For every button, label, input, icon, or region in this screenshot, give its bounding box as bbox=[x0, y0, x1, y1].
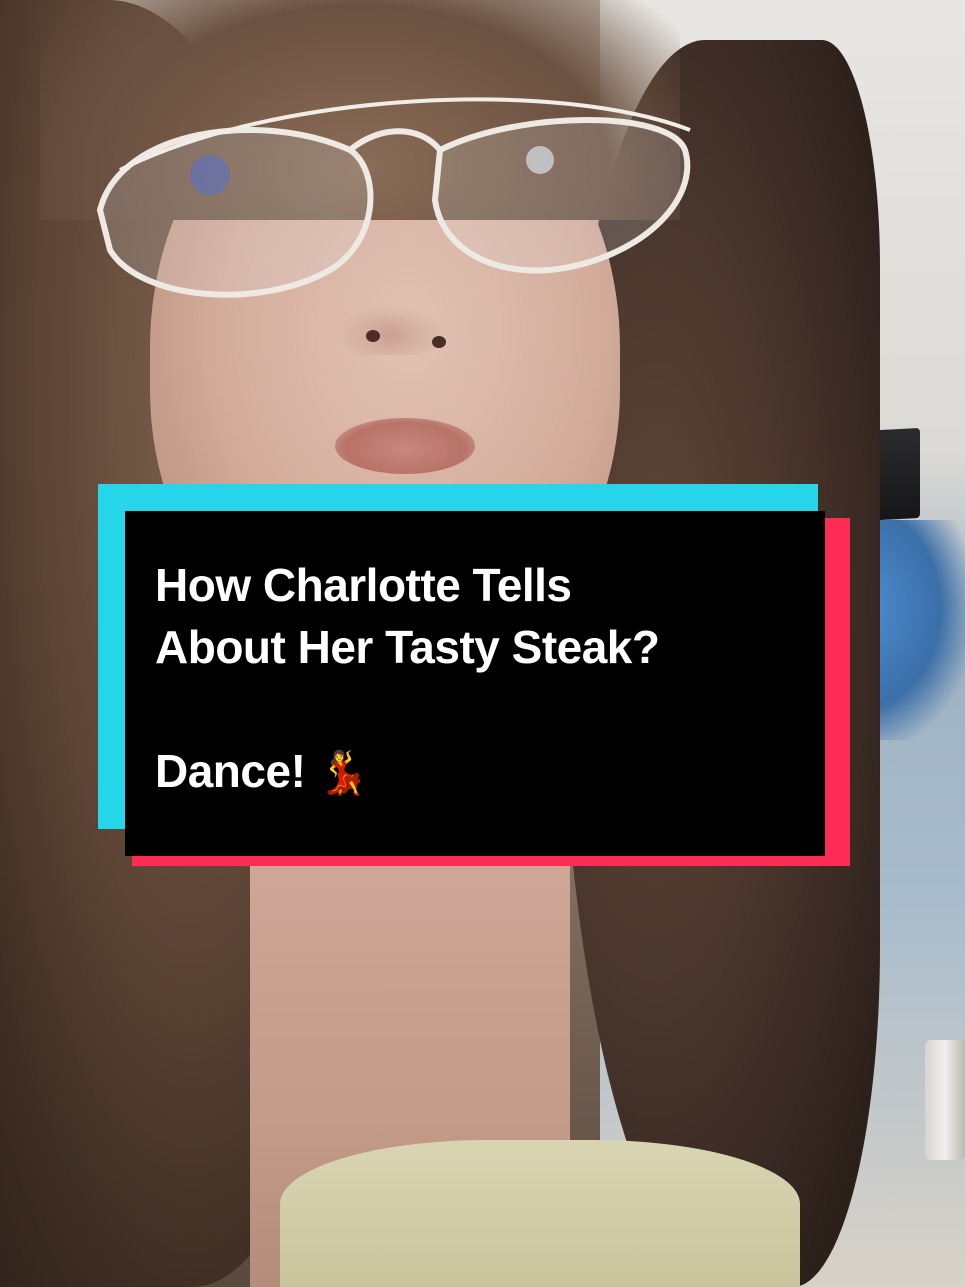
shirt bbox=[280, 1140, 800, 1287]
caption-line-2: About Her Tasty Steak? bbox=[155, 621, 660, 673]
nostril-right bbox=[432, 336, 446, 348]
caption-dance-text: Dance! bbox=[155, 745, 306, 797]
nostril-left bbox=[366, 330, 380, 342]
background-appliance bbox=[925, 1040, 965, 1160]
caption-card: How Charlotte Tells About Her Tasty Stea… bbox=[98, 484, 858, 884]
dancer-icon: 💃 bbox=[317, 748, 370, 797]
caption-line-3: Dance! 💃 bbox=[155, 740, 659, 804]
lips bbox=[335, 418, 475, 474]
nose bbox=[335, 305, 445, 355]
caption-line-1: How Charlotte Tells bbox=[155, 559, 572, 611]
caption-text: How Charlotte Tells About Her Tasty Stea… bbox=[155, 554, 660, 804]
eyeglasses-graphic bbox=[96, 97, 691, 298]
